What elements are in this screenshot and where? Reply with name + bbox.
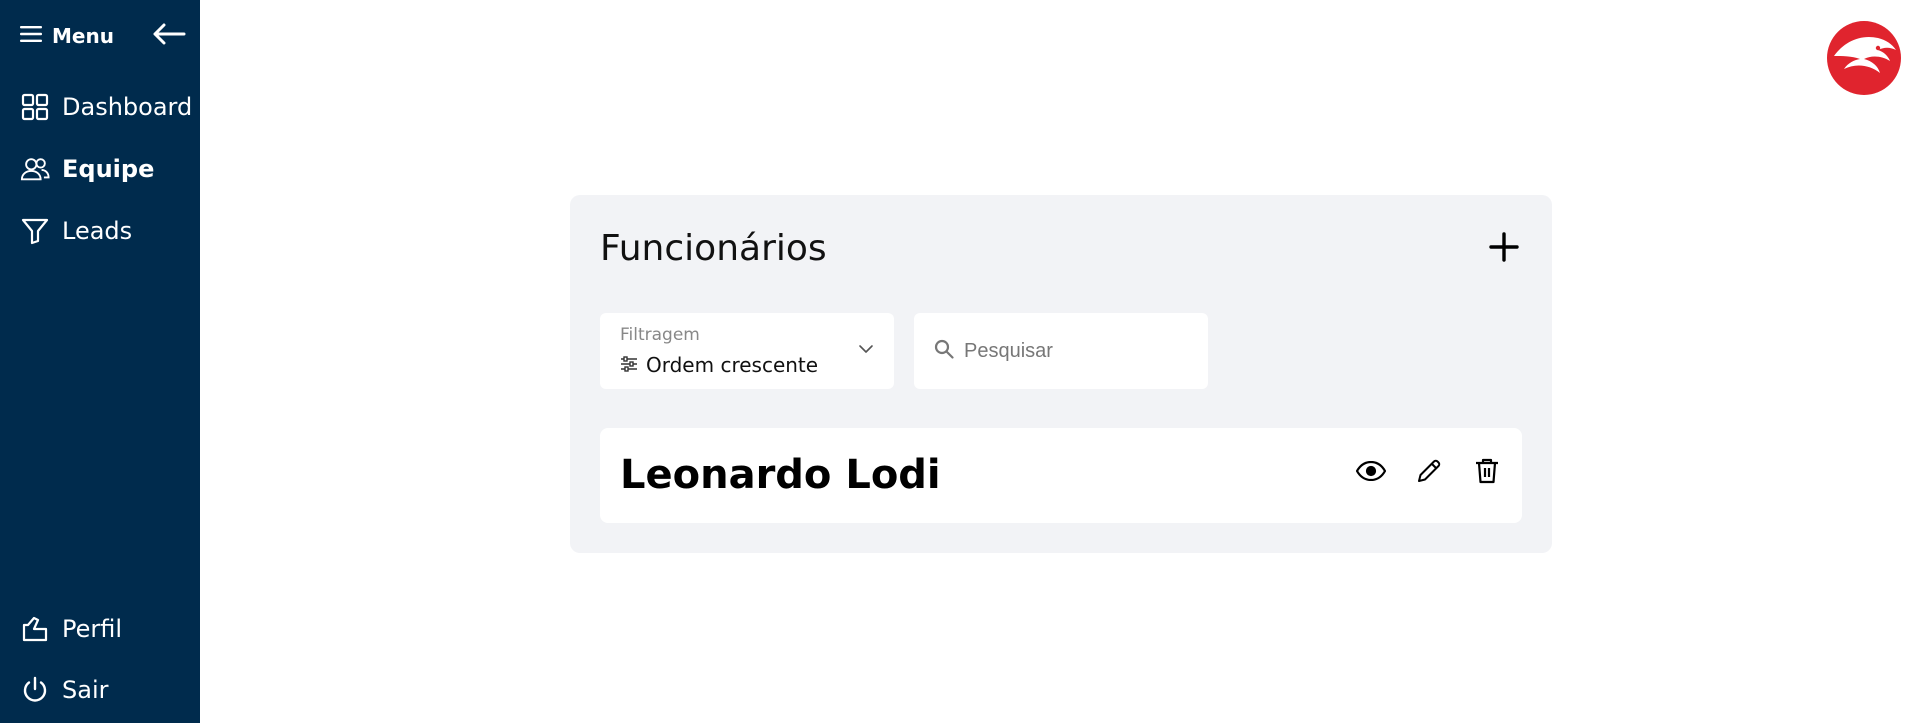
filter-icon [20, 216, 50, 246]
sidebar-item-label: Equipe [62, 155, 155, 183]
grid-icon [20, 92, 50, 122]
sidebar-item-dashboard[interactable]: Dashboard [20, 87, 192, 127]
collapse-sidebar-button[interactable] [152, 23, 186, 49]
page-title: Funcionários [600, 228, 827, 269]
hamburger-icon [20, 25, 42, 47]
search-box [914, 313, 1208, 389]
sidebar: Menu Dashboard Equipe Leads Perfil Sair [0, 0, 200, 723]
plus-icon [1489, 232, 1519, 266]
eye-icon [1355, 460, 1387, 485]
profile-icon [20, 614, 50, 644]
search-input[interactable] [964, 339, 1184, 363]
employee-name: Leonardo Lodi [620, 452, 941, 498]
sidebar-item-perfil[interactable]: Perfil [20, 609, 122, 649]
employee-row: Leonardo Lodi [600, 428, 1522, 523]
employee-actions [1355, 458, 1502, 488]
filter-value: Ordem crescente [620, 353, 818, 377]
sidebar-item-label: Perfil [62, 615, 123, 643]
search-icon [934, 339, 954, 363]
delete-employee-button[interactable] [1472, 458, 1502, 488]
edit-employee-button[interactable] [1414, 458, 1444, 488]
sidebar-item-equipe[interactable]: Equipe [20, 149, 154, 189]
menu-header: Menu [20, 20, 186, 52]
menu-toggle-button[interactable]: Menu [20, 24, 114, 48]
sidebar-item-label: Dashboard [62, 93, 193, 121]
employees-card: Funcionários Filtragem Ordem crescente L… [570, 195, 1552, 553]
sidebar-item-label: Leads [62, 217, 133, 245]
chevron-down-icon [858, 341, 874, 361]
arrow-left-icon [152, 23, 186, 49]
sliders-icon [620, 353, 638, 377]
sidebar-item-leads[interactable]: Leads [20, 211, 132, 251]
sidebar-item-sair[interactable]: Sair [20, 670, 108, 710]
sidebar-item-label: Sair [62, 676, 109, 704]
brand-logo [1826, 20, 1902, 96]
filter-label: Filtragem [620, 325, 700, 345]
view-employee-button[interactable] [1355, 458, 1387, 488]
filter-selected-value: Ordem crescente [646, 353, 819, 377]
power-icon [20, 675, 50, 705]
filter-select[interactable]: Filtragem Ordem crescente [600, 313, 894, 389]
users-icon [20, 154, 50, 184]
add-employee-button[interactable] [1486, 231, 1522, 267]
trash-icon [1475, 458, 1499, 488]
menu-label: Menu [52, 24, 114, 48]
pencil-icon [1416, 458, 1442, 488]
